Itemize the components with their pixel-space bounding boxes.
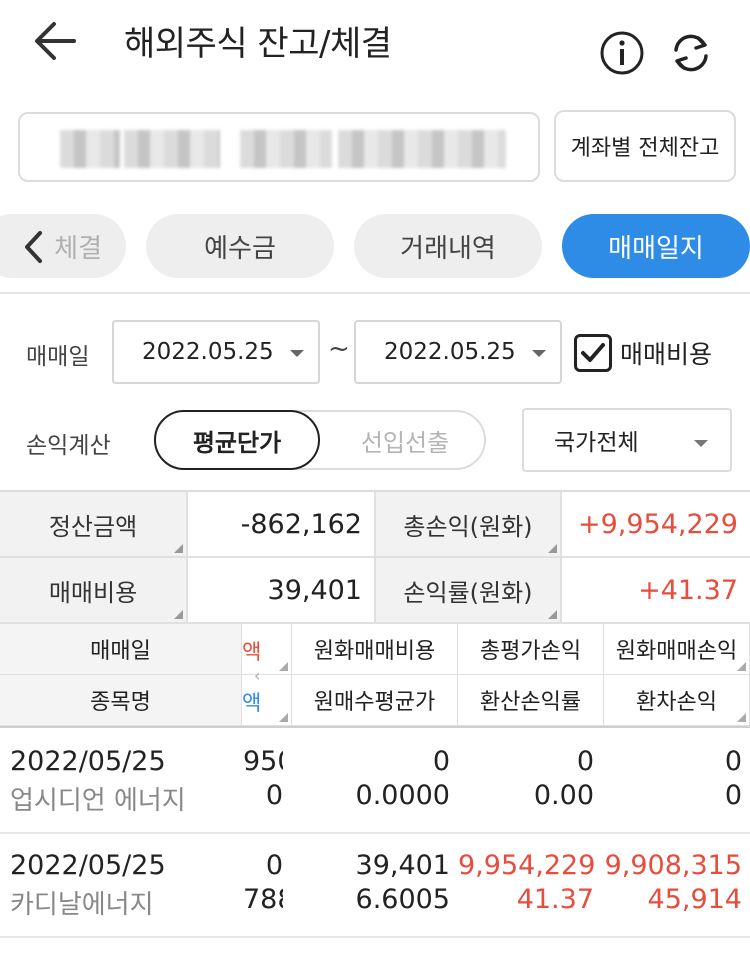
row-krw-fee: 0 <box>432 746 450 777</box>
settle-amount-label: 정산금액 <box>0 492 188 558</box>
corner-icon <box>279 662 288 671</box>
date-from-value: 2022.05.25 <box>142 339 274 365</box>
pnl-rate-label: 손익률(원화) <box>376 558 562 624</box>
col-avg-buy-price[interactable]: 원매수평균가 <box>292 675 458 726</box>
row-fx-pnl: 0 <box>724 780 742 811</box>
corner-icon <box>174 610 183 619</box>
row-total-eval-pnl: 9,954,229 <box>458 850 596 881</box>
col-stock-name[interactable]: 종목명 <box>0 675 242 726</box>
tab-deposit[interactable]: 예수금 <box>146 214 334 278</box>
date-from-select[interactable]: 2022.05.25 <box>112 320 320 384</box>
row-krw-trade-pnl: 0 <box>724 746 742 777</box>
row-total-eval-pnl: 0 <box>576 746 594 777</box>
pnl-option-fifo[interactable]: 선입선출 <box>322 410 488 470</box>
cell-label: 정산금액 <box>48 512 138 541</box>
tab-label: 체결 <box>54 233 102 264</box>
row-partial-value: 788 <box>243 884 283 915</box>
row-stock-name: 카디날에너지 <box>10 890 154 920</box>
col-label: 액 <box>242 640 262 664</box>
row-partial-value: 0 <box>265 780 283 811</box>
pnl-method-toggle: 평균단가 선입선출 <box>154 410 486 470</box>
page-title: 해외주식 잔고/체결 <box>124 24 392 64</box>
cell-label: 총손익(원화) <box>403 512 533 541</box>
pnl-rate-value: +41.37 <box>562 558 750 624</box>
caret-down-icon <box>532 350 546 357</box>
col-label: 환차손익 <box>636 690 717 715</box>
corner-icon <box>548 544 557 553</box>
table-header: 매매일 액 원화매매비용 총평가손익 원화매매손익 종목명 액 원매수평균가 환… <box>0 624 750 728</box>
summary-grid: 정산금액 -862,162 총손익(원화) +9,954,229 매매비용 39… <box>0 490 750 624</box>
col-total-eval-pnl[interactable]: 총평가손익 <box>458 624 604 675</box>
fee-checkbox-label[interactable]: 매매비용 <box>620 335 712 371</box>
trade-date-label: 매매일 <box>26 344 90 370</box>
col-partial-amount[interactable]: 액 <box>242 624 292 675</box>
tab-execution[interactable]: 체결 <box>0 214 126 278</box>
row-date: 2022/05/25 <box>10 746 166 777</box>
settle-amount-value: -862,162 <box>188 492 376 558</box>
col-krw-trade-pnl[interactable]: 원화매매손익 <box>604 624 750 675</box>
account-selector[interactable] <box>18 112 540 182</box>
tab-label: 거래내역 <box>400 233 496 264</box>
col-partial-amount-2[interactable]: 액 <box>242 675 292 726</box>
row-date: 2022/05/25 <box>10 850 166 881</box>
divider <box>0 292 750 294</box>
fee-value: 39,401 <box>188 558 376 624</box>
tab-label: 매매일지 <box>608 233 704 264</box>
corner-icon <box>279 713 288 722</box>
fee-checkbox[interactable] <box>574 334 612 372</box>
row-converted-pnl-rate: 41.37 <box>516 884 594 915</box>
row-krw-fee: 39,401 <box>355 850 450 881</box>
row-partial-value: 950 <box>243 746 283 777</box>
col-converted-pnl-rate[interactable]: 환산손익률 <box>458 675 604 726</box>
col-krw-fee[interactable]: 원화매매비용 <box>292 624 458 675</box>
back-arrow-icon[interactable] <box>30 18 84 64</box>
date-to-select[interactable]: 2022.05.25 <box>354 320 562 384</box>
range-separator: ~ <box>328 334 350 364</box>
row-avg-buy-price: 0.0000 <box>355 780 450 811</box>
pnl-calc-label: 손익계산 <box>26 433 111 459</box>
corner-icon <box>737 713 746 722</box>
chevron-left-icon[interactable] <box>22 230 46 264</box>
cell-label: 매매비용 <box>48 578 138 607</box>
tab-transactions[interactable]: 거래내역 <box>354 214 542 278</box>
total-pnl-value: +9,954,229 <box>562 492 750 558</box>
country-value: 국가전체 <box>554 430 639 456</box>
country-select[interactable]: 국가전체 <box>522 408 732 472</box>
all-balance-button[interactable]: 계좌별 전체잔고 <box>554 110 736 182</box>
corner-icon <box>174 544 183 553</box>
checkmark-icon <box>581 343 605 362</box>
row-krw-trade-pnl: 9,908,315 <box>604 850 742 881</box>
tab-trading-journal[interactable]: 매매일지 <box>562 214 750 278</box>
col-fx-pnl[interactable]: 환차손익 <box>604 675 750 726</box>
info-icon[interactable] <box>599 30 645 76</box>
tab-label: 예수금 <box>204 233 276 264</box>
row-fx-pnl: 45,914 <box>647 884 742 915</box>
row-stock-name: 업시디언 에너지 <box>10 786 186 816</box>
redacted-account-number <box>60 130 120 168</box>
corner-icon <box>737 662 746 671</box>
redacted-account-name <box>338 130 506 168</box>
redacted-account-name <box>240 130 332 168</box>
table-row[interactable]: 2022/05/25 카디날에너지 0 788 39,401 6.6005 9,… <box>0 834 750 938</box>
row-partial-value: 0 <box>265 850 283 881</box>
cell-label: 손익률(원화) <box>403 578 533 607</box>
col-trade-date[interactable]: 매매일 <box>0 624 242 675</box>
pnl-option-average[interactable]: 평균단가 <box>154 410 320 470</box>
caret-down-icon <box>290 350 304 357</box>
total-pnl-label: 총손익(원화) <box>376 492 562 558</box>
row-avg-buy-price: 6.6005 <box>355 884 450 915</box>
refresh-icon[interactable] <box>666 28 716 78</box>
col-label: 액 <box>242 691 262 715</box>
date-to-value: 2022.05.25 <box>384 339 516 365</box>
scroll-left-icon[interactable]: ‹ <box>254 666 260 685</box>
app-header: 해외주식 잔고/체결 <box>0 0 750 88</box>
col-label: 원화매매손익 <box>615 639 738 664</box>
table-row[interactable]: 2022/05/25 업시디언 에너지 950 0 0 0.0000 0 0.0… <box>0 730 750 834</box>
corner-icon <box>548 610 557 619</box>
fee-label: 매매비용 <box>0 558 188 624</box>
row-converted-pnl-rate: 0.00 <box>533 780 594 811</box>
redacted-account-number <box>124 130 220 168</box>
caret-down-icon <box>694 440 708 447</box>
tab-bar: 체결 예수금 거래내역 매매일지 <box>0 214 750 280</box>
